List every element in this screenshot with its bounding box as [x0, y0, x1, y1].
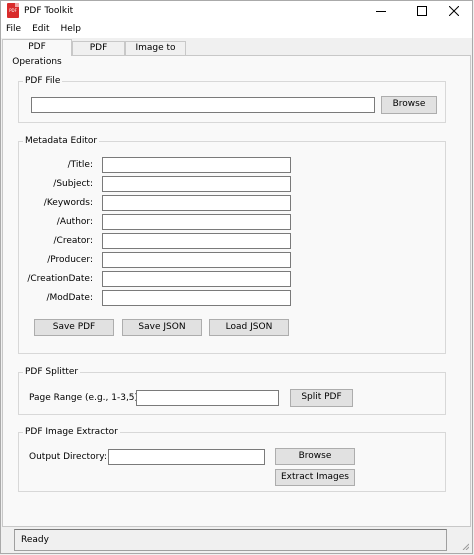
tab-panel-pdf-operations: PDF File Browse Metadata Editor /Title: …: [2, 55, 471, 527]
minimize-icon: [376, 11, 386, 12]
metadata-producer-input[interactable]: [102, 252, 291, 268]
tab-strip: PDF Operations PDF Merger Image to PDF: [1, 39, 472, 67]
status-bar: Ready: [14, 529, 447, 551]
metadata-label-producer: /Producer:: [47, 255, 93, 265]
pdf-splitter-group: PDF Splitter Page Range (e.g., 1-3,5): S…: [18, 367, 446, 415]
window-title: PDF Toolkit: [24, 6, 74, 16]
metadata-label-creator: /Creator:: [53, 236, 93, 246]
output-directory-browse-button[interactable]: Browse: [275, 448, 355, 465]
menu-bar: File Edit Help: [1, 21, 472, 38]
app-window: PDF PDF Toolkit File Edit Help PDF Opera…: [0, 0, 473, 554]
minimize-button[interactable]: [361, 1, 401, 21]
pdf-file-group: PDF File Browse: [18, 76, 446, 123]
metadata-editor-group: Metadata Editor /Title: /Subject: /Keywo…: [18, 136, 446, 354]
extract-images-button[interactable]: Extract Images: [275, 469, 355, 486]
metadata-label-subject: /Subject:: [53, 179, 93, 189]
pdf-image-extractor-group-title: PDF Image Extractor: [23, 427, 120, 438]
status-text: Ready: [21, 535, 49, 545]
maximize-icon: [417, 6, 427, 16]
metadata-label-title: /Title:: [67, 160, 93, 170]
output-directory-input[interactable]: [108, 449, 265, 465]
menu-help[interactable]: Help: [56, 21, 88, 38]
close-button[interactable]: [434, 1, 474, 21]
metadata-label-author: /Author:: [56, 217, 93, 227]
pdf-file-path-input[interactable]: [31, 97, 375, 113]
metadata-creator-input[interactable]: [102, 233, 291, 249]
page-range-label: Page Range (e.g., 1-3,5):: [29, 393, 142, 403]
tab-pdf-operations[interactable]: PDF Operations: [2, 39, 72, 67]
pdf-file-group-title: PDF File: [23, 76, 63, 87]
pdf-image-extractor-group: PDF Image Extractor Output Directory: Br…: [18, 427, 446, 492]
metadata-editor-group-title: Metadata Editor: [23, 136, 100, 147]
save-json-button[interactable]: Save JSON: [122, 319, 202, 336]
menu-edit[interactable]: Edit: [27, 21, 55, 38]
metadata-author-input[interactable]: [102, 214, 291, 230]
metadata-creation-date-input[interactable]: [102, 271, 291, 287]
split-pdf-button[interactable]: Split PDF: [290, 389, 353, 407]
save-pdf-button[interactable]: Save PDF: [34, 319, 114, 336]
metadata-label-keywords: /Keywords:: [43, 198, 93, 208]
menu-file[interactable]: File: [1, 21, 27, 38]
resize-grip-icon[interactable]: [461, 542, 469, 550]
metadata-mod-date-input[interactable]: [102, 290, 291, 306]
metadata-title-input[interactable]: [102, 157, 291, 173]
pdf-splitter-group-title: PDF Splitter: [23, 367, 81, 378]
metadata-label-mod-date: /ModDate:: [46, 293, 93, 303]
metadata-label-creation-date: /CreationDate:: [27, 274, 93, 284]
output-directory-label: Output Directory:: [29, 452, 107, 462]
tab-pdf-merger[interactable]: PDF Merger: [72, 41, 125, 66]
pdf-app-icon: PDF: [7, 3, 19, 18]
load-json-button[interactable]: Load JSON: [209, 319, 289, 336]
metadata-subject-input[interactable]: [102, 176, 291, 192]
title-bar: PDF PDF Toolkit: [1, 1, 472, 21]
metadata-keywords-input[interactable]: [102, 195, 291, 211]
close-icon: [449, 6, 459, 16]
tab-image-to-pdf[interactable]: Image to PDF: [125, 41, 186, 66]
pdf-file-browse-button[interactable]: Browse: [381, 96, 437, 114]
page-range-input[interactable]: [136, 390, 279, 406]
